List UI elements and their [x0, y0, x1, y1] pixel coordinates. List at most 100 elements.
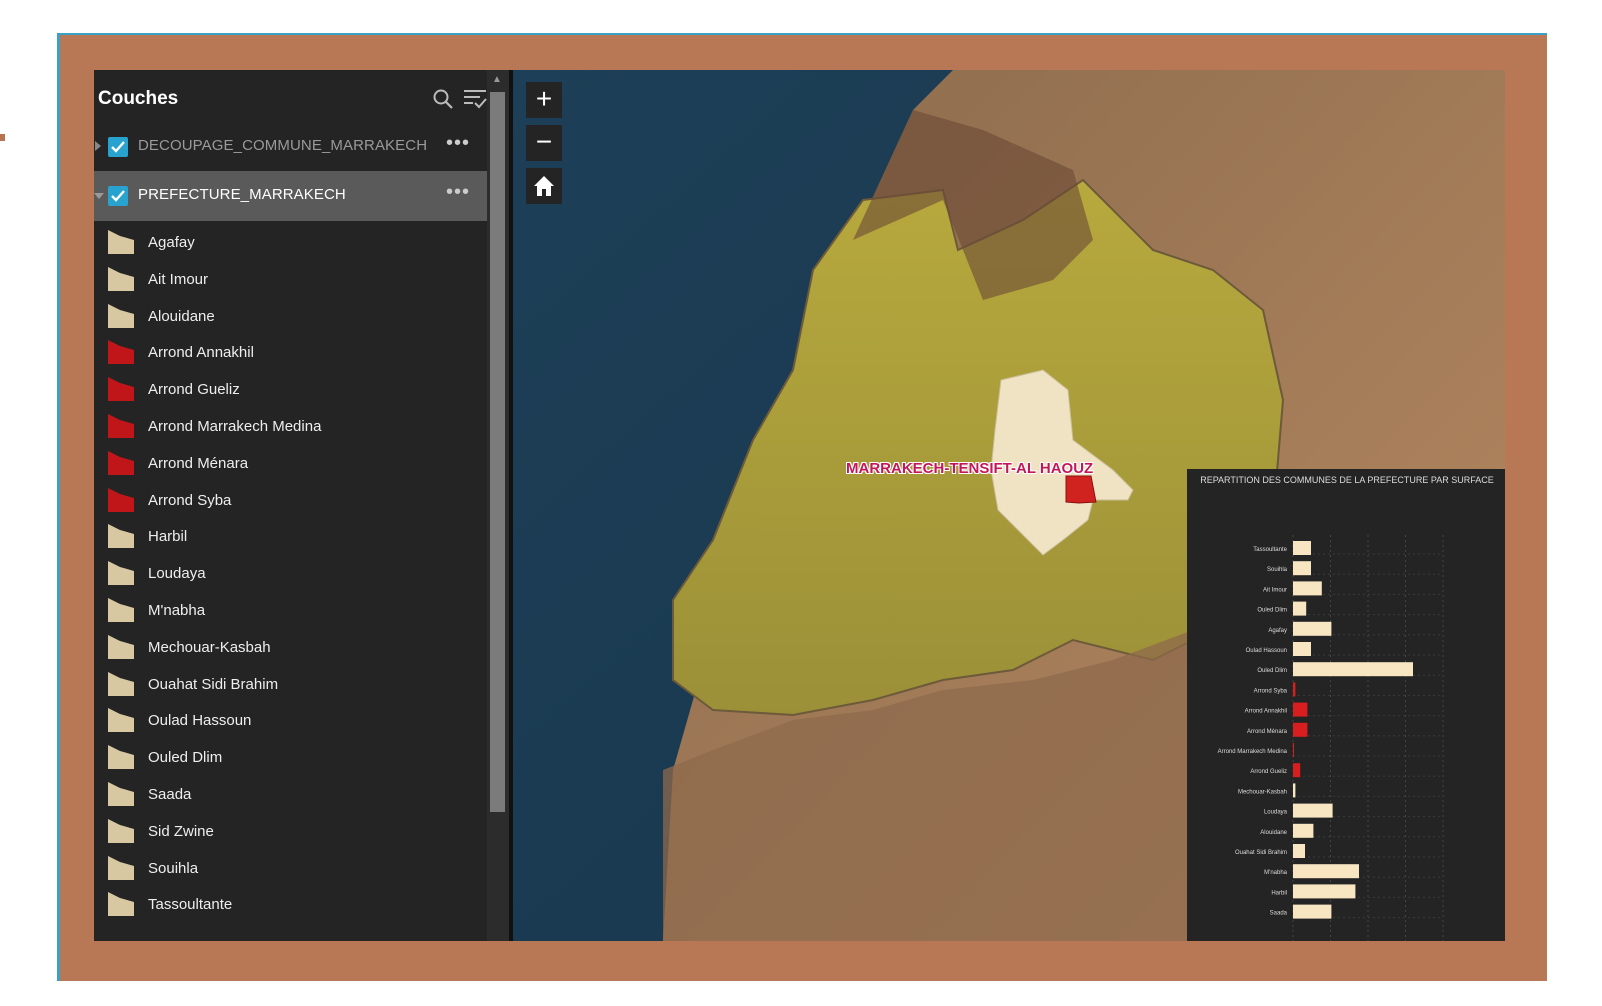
zoom-in-button[interactable]: + [526, 82, 562, 118]
legend-item: Oulad Hassoun [108, 706, 478, 736]
legend-label: Oulad Hassoun [148, 712, 252, 730]
chart-category-label: Agafay [1268, 628, 1287, 634]
chart-bar[interactable] [1293, 702, 1308, 717]
chart-category-label: Mechouar-Kasbah [1238, 789, 1287, 795]
chart-category-label: Arrond Ménara [1247, 729, 1288, 735]
chart-bar[interactable] [1293, 763, 1301, 778]
legend-item: Agafay [108, 228, 478, 258]
layer-name: PREFECTURE_MARRAKECH [138, 186, 346, 203]
legend-swatch-icon [108, 598, 134, 622]
map-view[interactable]: + − MARRAKECH-TENSIFT-AL HAOUZ REPARTITI… [513, 70, 1505, 941]
legend-label: Ouled Dlim [148, 749, 223, 767]
chart-bar[interactable] [1293, 581, 1322, 596]
chart-category-label: Arrond Syba [1254, 688, 1288, 694]
layer-row-prefecture[interactable]: PREFECTURE_MARRAKECH ••• [94, 171, 487, 221]
chart-bar[interactable] [1293, 884, 1356, 899]
search-icon[interactable] [432, 88, 454, 110]
legend-label: Agafay [148, 234, 195, 251]
chart-bar[interactable] [1293, 621, 1332, 636]
check-icon [111, 190, 125, 202]
legend-item: Tassoultante [108, 890, 478, 920]
bar-chart: Tassoultante Souihla Ait Imour Ouled Dlim Ag… [1218, 535, 1444, 941]
chart-bar[interactable] [1293, 823, 1314, 838]
legend-label: Arrond Gueliz [148, 381, 240, 399]
layer-options-icon[interactable]: ••• [446, 132, 470, 155]
legend-swatch-icon [108, 745, 134, 770]
chart-category-label: Ouled Dlim [1257, 668, 1287, 674]
chart-category-label: Ouahat Sidi Brahim [1235, 850, 1287, 856]
chart-category-label: Arrond Gueliz [1250, 769, 1287, 775]
legend-item: Souihla [108, 854, 478, 884]
legend-swatch-icon [108, 892, 134, 917]
chart-category-label: Arrond Annakhil [1245, 709, 1287, 715]
legend-label: Loudaya [148, 565, 206, 583]
map-app: Couches DECOUPAGE_COMMUNE_MARRAKECH ••• … [94, 70, 1505, 941]
chart-category-label: Souihla [1267, 567, 1288, 573]
chart-bar[interactable] [1293, 561, 1311, 576]
layer-visibility-checkbox[interactable] [108, 186, 128, 206]
filter-list-icon[interactable] [462, 86, 487, 112]
legend-swatch-icon [108, 634, 134, 659]
legend-item: Ouahat Sidi Brahim [108, 670, 478, 700]
chart-category-label: M'nabha [1264, 870, 1287, 876]
layer-visibility-checkbox[interactable] [108, 137, 128, 157]
legend-item: Ait Imour [108, 265, 478, 295]
chart-bar[interactable] [1293, 783, 1296, 798]
chart-bar[interactable] [1293, 642, 1311, 656]
chart-category-label: Alouidane [1260, 830, 1287, 836]
legend-swatch-icon [108, 450, 134, 475]
legend-item: Sid Zwine [108, 817, 478, 847]
legend-label: M'nabha [148, 602, 206, 619]
chart-bar[interactable] [1293, 541, 1311, 555]
layer-list-panel: Couches DECOUPAGE_COMMUNE_MARRAKECH ••• … [94, 70, 487, 941]
home-button[interactable] [526, 168, 562, 204]
legend-label: Mechouar-Kasbah [148, 638, 271, 656]
edge-marker [0, 134, 5, 141]
scrollbar-thumb[interactable] [490, 92, 505, 812]
collapse-caret-icon[interactable] [94, 193, 104, 199]
legend-item: Harbil [108, 522, 478, 552]
layer-row-decoupage[interactable]: DECOUPAGE_COMMUNE_MARRAKECH ••• [94, 122, 487, 172]
legend-label: Arrond Ménara [148, 454, 249, 472]
legend-item: Alouidane [108, 302, 478, 332]
legend-item: Saada [108, 780, 478, 810]
chart-category-label: Ouled Dlim [1257, 608, 1287, 614]
legend-label: Alouidane [148, 307, 215, 325]
panel-scrollbar[interactable]: ▲ [487, 70, 509, 941]
legend-item: Mechouar-Kasbah [108, 633, 478, 663]
legend-swatch-icon [108, 561, 134, 586]
chart-category-label: Arrond Marrakech Medina [1218, 749, 1288, 755]
legend-label: Ouahat Sidi Brahim [148, 675, 279, 693]
legend-item: Arrond Annakhil [108, 338, 478, 368]
legend-swatch-icon [108, 414, 134, 438]
chart-bar[interactable] [1293, 682, 1296, 697]
legend-label: Arrond Syba [148, 491, 232, 509]
chart-bar[interactable] [1293, 722, 1308, 737]
legend-label: Souihla [148, 859, 199, 877]
chart-bar[interactable] [1293, 662, 1413, 677]
chart-category-label: Ait Imour [1263, 587, 1287, 593]
chart-bar[interactable] [1293, 743, 1294, 757]
chart-bar[interactable] [1293, 844, 1305, 858]
legend-swatch-icon [108, 266, 134, 291]
chart-category-label: Loudaya [1264, 810, 1288, 816]
legend-label: Arrond Marrakech Medina [148, 418, 322, 435]
legend-item: Arrond Marrakech Medina [108, 412, 478, 442]
chart-bar[interactable] [1293, 864, 1359, 879]
legend-swatch-icon [108, 782, 134, 806]
chart-panel: REPARTITION DES COMMUNES DE LA PREFECTUR… [1187, 469, 1505, 941]
chart-bar[interactable] [1293, 803, 1333, 818]
layer-options-icon[interactable]: ••• [446, 181, 470, 204]
legend-swatch-icon [108, 524, 134, 549]
home-icon [534, 176, 554, 196]
chart-bar[interactable] [1293, 904, 1332, 919]
chart-category-label: Oulad Hassoun [1246, 648, 1287, 654]
scroll-up-icon[interactable]: ▲ [492, 74, 502, 85]
legend-swatch-icon [108, 230, 134, 254]
legend-item: Arrond Syba [108, 486, 478, 516]
chart-bar[interactable] [1293, 601, 1307, 616]
expand-caret-icon[interactable] [95, 141, 101, 151]
legend-item: Arrond Ménara [108, 449, 478, 479]
legend-swatch-icon [108, 671, 134, 696]
zoom-out-button[interactable]: − [526, 125, 562, 161]
